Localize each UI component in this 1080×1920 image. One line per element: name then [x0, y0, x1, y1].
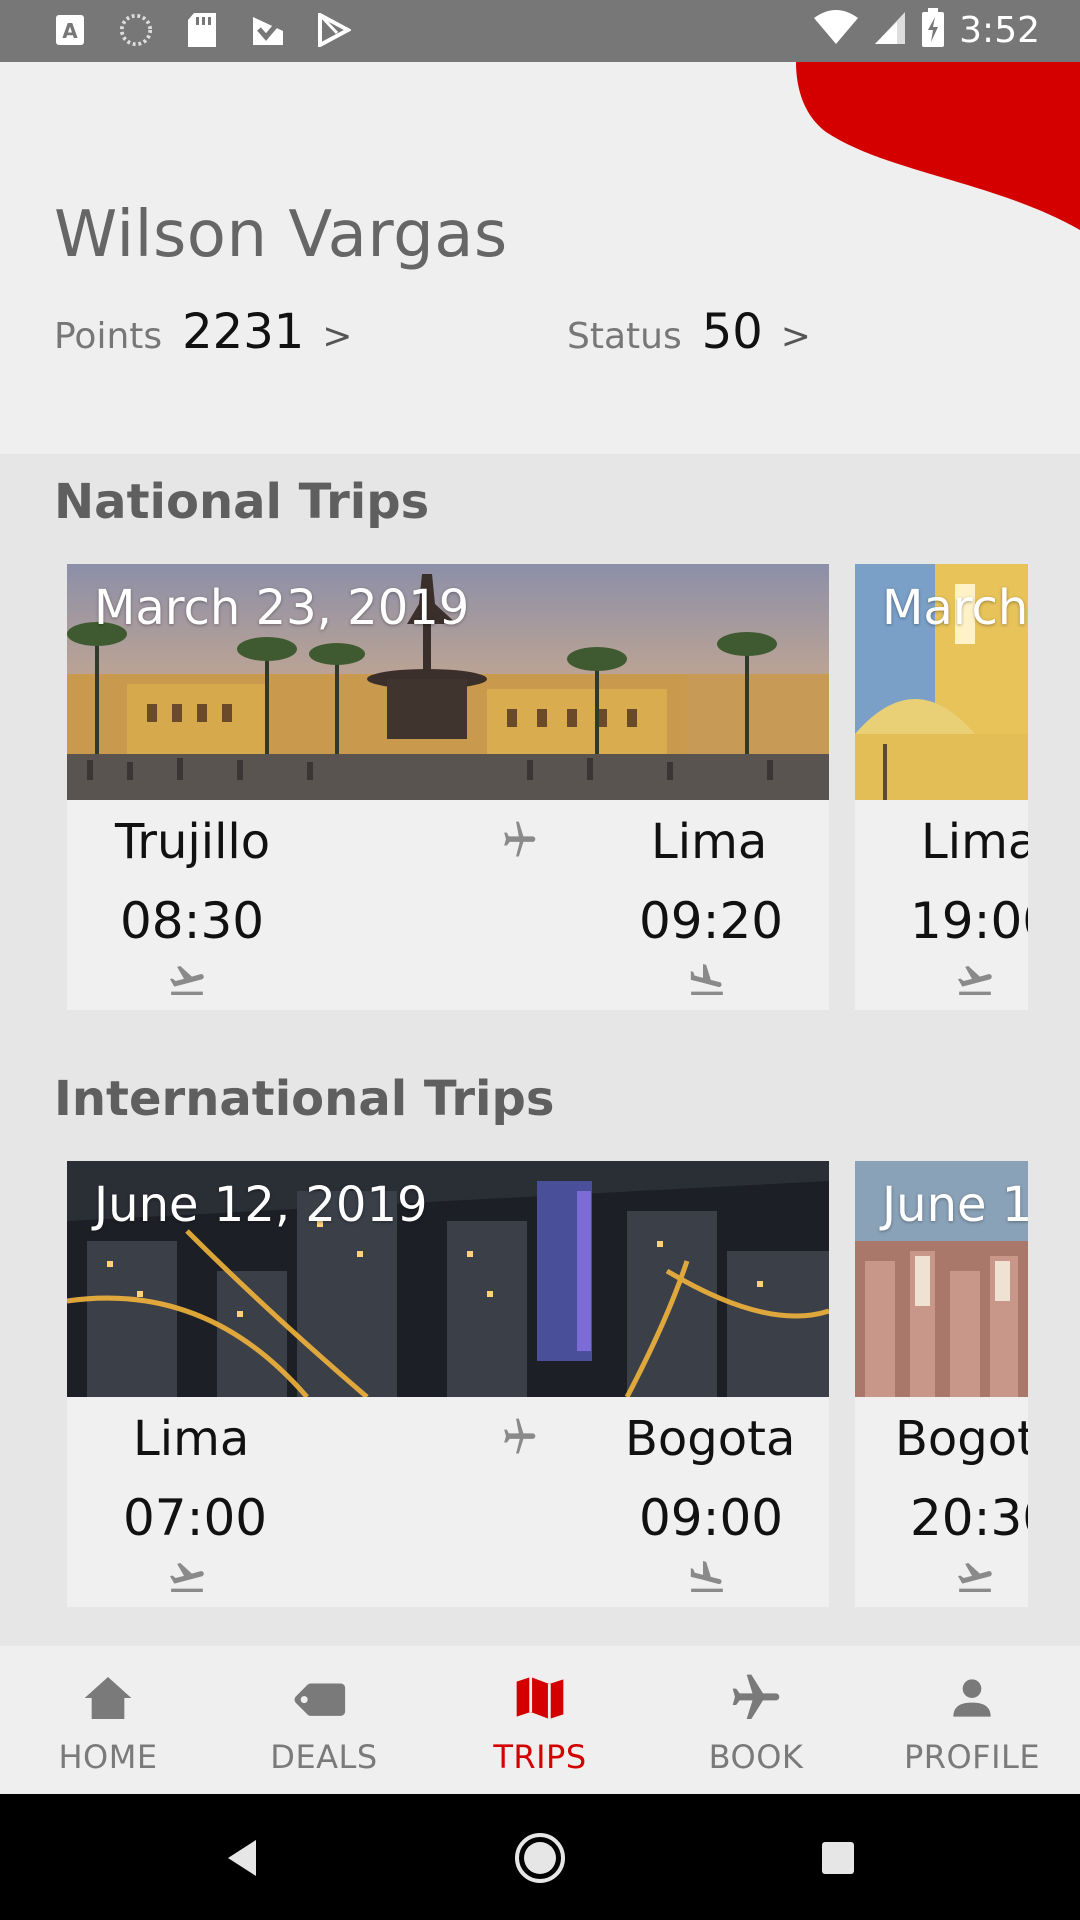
departure-time: 19:00 [910, 892, 1028, 950]
departure-city: Lima [133, 1411, 250, 1467]
wifi-icon [813, 10, 859, 50]
brand-swoosh [796, 62, 1080, 230]
trip-date: June 1 [882, 1177, 1028, 1233]
map-icon [516, 1677, 564, 1719]
chevron-right-icon: > [322, 316, 353, 357]
status-label: Status [567, 316, 682, 357]
system-navigation-bar [0, 1794, 1080, 1920]
nav-home[interactable]: HOME [0, 1646, 216, 1794]
signal-icon [873, 10, 907, 50]
trip-card[interactable]: March Lima 19:00 [855, 564, 1028, 1010]
sd-card-icon [184, 12, 220, 48]
home-circle-icon[interactable] [512, 1830, 568, 1886]
tag-icon [294, 1683, 346, 1716]
trip-date: June 12, 2019 [94, 1177, 428, 1233]
profile-header: Wilson Vargas Points 2231 > Status 50 > [0, 62, 1080, 454]
national-trips-title: National Trips [54, 474, 430, 530]
trip-destination-image: March 23, 2019 [67, 564, 829, 800]
arrival-city: Bogota [625, 1411, 796, 1467]
nav-deals-label: DEALS [270, 1738, 378, 1776]
airplane-icon [732, 1674, 780, 1719]
points-label: Points [54, 316, 163, 357]
back-icon[interactable] [214, 1830, 270, 1886]
play-store-icon [316, 12, 352, 48]
departure-city: Trujillo [115, 814, 271, 870]
user-name: Wilson Vargas [54, 198, 508, 272]
departure-city: Lima [921, 814, 1028, 870]
airplane-icon [504, 821, 536, 857]
flight-land-icon [690, 964, 723, 995]
bottom-navigation: HOME DEALS TRIPS BOOK PROFILE [0, 1646, 1080, 1794]
trip-card[interactable]: June 12, 2019 Lima 07:00 Bogota 09:00 [67, 1161, 829, 1607]
trip-card[interactable]: June 1 Bogot 20:30 [855, 1161, 1028, 1607]
trip-date: March [882, 580, 1028, 636]
nav-trips[interactable]: TRIPS [432, 1646, 648, 1794]
airplane-icon [504, 1418, 536, 1454]
battery-charging-icon [921, 8, 945, 52]
departure-time: 07:00 [123, 1489, 268, 1547]
departure-time: 20:30 [910, 1489, 1028, 1547]
flight-takeoff-icon [170, 966, 204, 995]
status-time: 3:52 [959, 9, 1040, 51]
svg-text:A: A [62, 19, 78, 43]
status-value: 50 [701, 304, 763, 360]
trip-destination-image: June 12, 2019 [67, 1161, 829, 1397]
arrival-city: Lima [651, 814, 768, 870]
check-icon [250, 12, 286, 48]
trip-destination-image: March [855, 564, 1028, 800]
person-icon [953, 1679, 991, 1717]
nav-deals[interactable]: DEALS [216, 1646, 432, 1794]
international-trips-title: International Trips [54, 1071, 555, 1127]
home-icon [84, 1677, 132, 1719]
chevron-right-icon: > [780, 316, 811, 357]
flight-takeoff-icon [958, 966, 992, 995]
points-link[interactable]: Points 2231 > [54, 304, 352, 360]
nav-book[interactable]: BOOK [648, 1646, 864, 1794]
nav-book-label: BOOK [708, 1738, 804, 1776]
status-bar: A 3:52 [0, 0, 1080, 62]
flight-takeoff-icon [170, 1563, 204, 1592]
points-value: 2231 [182, 304, 305, 360]
sync-icon [118, 12, 154, 48]
status-bar-system: 3:52 [813, 8, 1040, 52]
trip-date: March 23, 2019 [94, 580, 470, 636]
nav-home-label: HOME [58, 1738, 158, 1776]
flight-land-icon [690, 1561, 723, 1592]
departure-time: 08:30 [120, 892, 265, 950]
nav-profile[interactable]: PROFILE [864, 1646, 1080, 1794]
flight-takeoff-icon [958, 1563, 992, 1592]
international-trips-carousel[interactable]: June 12, 2019 Lima 07:00 Bogota 09:00 Ju… [0, 1161, 1080, 1607]
arrival-time: 09:00 [639, 1489, 784, 1547]
status-bar-notifications: A [52, 12, 352, 48]
font-a-icon: A [52, 12, 88, 48]
trip-card[interactable]: March 23, 2019 Trujillo 08:30 Lima 09:20 [67, 564, 829, 1010]
arrival-time: 09:20 [639, 892, 784, 950]
recents-icon[interactable] [810, 1830, 866, 1886]
nav-trips-label: TRIPS [493, 1738, 587, 1776]
departure-city: Bogot [895, 1411, 1028, 1467]
nav-profile-label: PROFILE [903, 1738, 1041, 1776]
status-link[interactable]: Status 50 > [567, 304, 811, 360]
trip-destination-image: June 1 [855, 1161, 1028, 1397]
national-trips-carousel[interactable]: March 23, 2019 Trujillo 08:30 Lima 09:20… [0, 564, 1080, 1010]
